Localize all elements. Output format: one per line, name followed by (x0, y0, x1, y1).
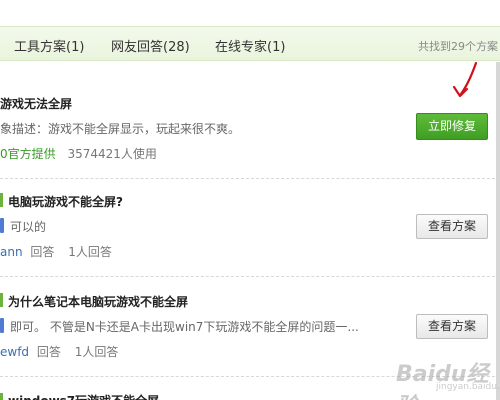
result-description: 即可。 不管是N卡还是A卡出现win7下玩游戏不能全屏的问题一... (10, 320, 359, 334)
answer-count: 1人回答 (74, 345, 119, 359)
baidu-jingyan-watermark: Baidu经验 jingyan.baidu.com (392, 354, 500, 400)
answered-label: 回答 (30, 245, 55, 259)
view-solution-button[interactable]: 查看方案 (416, 214, 488, 239)
title-marker (0, 193, 3, 207)
result-title[interactable]: 电脑玩游戏不能全屏? (8, 193, 123, 210)
repair-now-button[interactable]: 立即修复 (416, 113, 488, 140)
result-meta: ann 回答 1人回答 (0, 243, 112, 260)
result-title[interactable]: windows7玩游戏不能全屏 (8, 392, 159, 400)
answer-username[interactable]: ann (0, 245, 23, 259)
result-tabs: 工具方案(1) 网友回答(28) 在线专家(1) 共找到29个方案 (0, 26, 500, 61)
top-strip (0, 0, 500, 26)
divider (0, 178, 500, 179)
tab-user-answers[interactable]: 网友回答(28) (111, 36, 190, 55)
annotation-arrow-icon (452, 61, 478, 98)
answer-marker-icon (0, 318, 4, 333)
tab-online-experts[interactable]: 在线专家(1) (215, 36, 285, 55)
answered-label: 回答 (36, 345, 61, 359)
result-meta: ewfd 回答 1人回答 (0, 343, 118, 360)
answer-count: 1人回答 (68, 245, 112, 259)
usage-count: 3574421人使用 (67, 147, 157, 161)
answer-username[interactable]: ewfd (0, 345, 29, 359)
result-title[interactable]: 游戏无法全屏 (0, 95, 72, 112)
title-marker (0, 293, 3, 307)
watermark-url: jingyan.baidu.com (436, 382, 500, 392)
watermark-logo: Baidu经验 (396, 362, 489, 400)
result-meta: 0官方提供 3574421人使用 (0, 145, 157, 162)
result-description: 可以的 (10, 220, 47, 234)
divider (0, 276, 500, 277)
tab-tools[interactable]: 工具方案(1) (14, 36, 84, 55)
result-title[interactable]: 为什么笔记本电脑玩游戏不能全屏 (8, 293, 188, 310)
result-count: 共找到29个方案 (418, 40, 498, 53)
official-source-label: 0官方提供 (0, 147, 56, 161)
answer-marker-icon (0, 218, 4, 233)
scrollbar-track[interactable] (496, 62, 500, 400)
title-marker (0, 393, 3, 400)
result-description: 象描述：游戏不能全屏显示，玩起来很不爽。 (0, 122, 241, 136)
view-solution-button[interactable]: 查看方案 (416, 314, 488, 339)
